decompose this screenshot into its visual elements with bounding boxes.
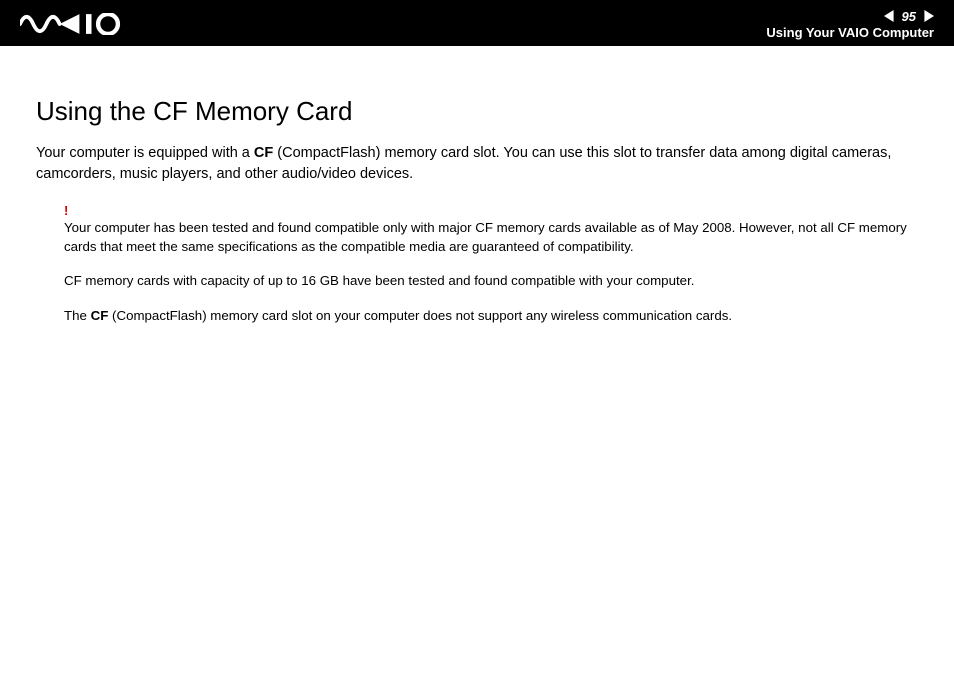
note-capacity: CF memory cards with capacity of up to 1… <box>64 272 908 291</box>
note-compatibility: Your computer has been tested and found … <box>64 219 908 256</box>
warning-mark-icon: ! <box>64 203 908 218</box>
page-number: 95 <box>902 9 916 24</box>
section-name: Using Your VAIO Computer <box>766 24 934 40</box>
page-title: Using the CF Memory Card <box>36 96 918 127</box>
next-page-arrow-icon[interactable] <box>922 10 934 22</box>
note3-pre: The <box>64 308 91 323</box>
vaio-logo <box>20 13 141 35</box>
note-wireless: The CF (CompactFlash) memory card slot o… <box>64 307 908 326</box>
page-content: Using the CF Memory Card Your computer i… <box>0 46 954 325</box>
header-right: 95 Using Your VAIO Computer <box>766 9 934 40</box>
vaio-logo-svg <box>20 13 141 35</box>
notes-block: ! Your computer has been tested and foun… <box>36 203 918 325</box>
header-bar: 95 Using Your VAIO Computer <box>0 0 954 46</box>
intro-paragraph: Your computer is equipped with a CF (Com… <box>36 143 918 185</box>
note3-post: (CompactFlash) memory card slot on your … <box>108 308 732 323</box>
intro-text-pre: Your computer is equipped with a <box>36 145 254 161</box>
prev-page-arrow-icon[interactable] <box>884 10 896 22</box>
intro-bold-cf: CF <box>254 145 273 161</box>
page-nav: 95 <box>884 9 934 24</box>
note3-bold-cf: CF <box>91 308 109 323</box>
